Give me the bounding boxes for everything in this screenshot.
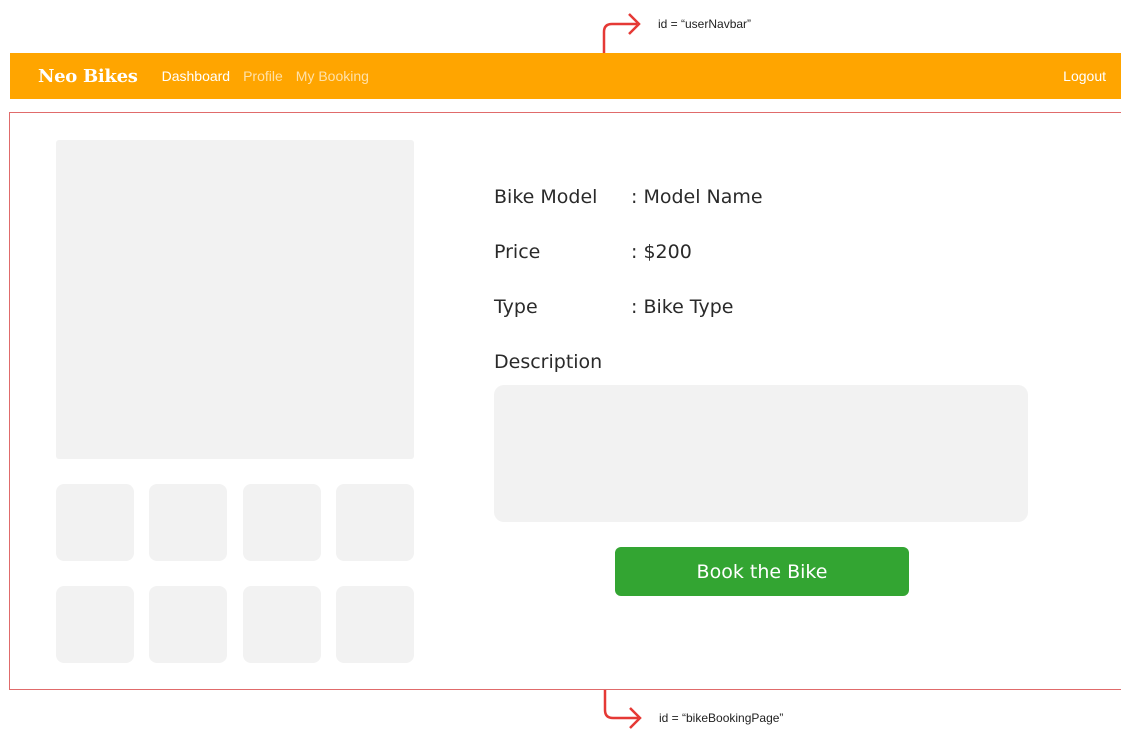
logout-link[interactable]: Logout	[1063, 68, 1106, 84]
annotation-page-id: id = “bikeBookingPage”	[659, 711, 784, 725]
description-box[interactable]	[494, 385, 1028, 522]
book-bike-button[interactable]: Book the Bike	[615, 547, 909, 596]
nav-link-dashboard[interactable]: Dashboard	[162, 68, 231, 84]
price-label: Price	[494, 241, 541, 263]
type-value: : Bike Type	[631, 296, 734, 318]
bike-model-label: Bike Model	[494, 186, 598, 208]
thumbnail-8[interactable]	[336, 586, 414, 663]
annotation-arrow-navbar	[602, 13, 641, 58]
annotation-arrow-page	[603, 690, 642, 729]
user-navbar: Neo Bikes Dashboard Profile My Booking L…	[10, 53, 1121, 99]
brand-logo[interactable]: Neo Bikes	[38, 66, 138, 87]
bike-model-value: : Model Name	[631, 186, 763, 208]
nav-link-profile[interactable]: Profile	[243, 68, 283, 84]
nav-links: Dashboard Profile My Booking	[162, 68, 369, 84]
price-value: : $200	[631, 241, 692, 263]
description-label: Description	[494, 351, 603, 373]
nav-link-my-booking[interactable]: My Booking	[296, 68, 369, 84]
thumbnail-2[interactable]	[149, 484, 227, 561]
type-label: Type	[494, 296, 538, 318]
annotation-navbar-id: id = “userNavbar”	[658, 17, 752, 31]
main-bike-image	[56, 140, 414, 459]
thumbnail-7[interactable]	[243, 586, 321, 663]
thumbnail-3[interactable]	[243, 484, 321, 561]
thumbnail-1[interactable]	[56, 484, 134, 561]
thumbnail-5[interactable]	[56, 586, 134, 663]
thumbnail-4[interactable]	[336, 484, 414, 561]
thumbnail-6[interactable]	[149, 586, 227, 663]
